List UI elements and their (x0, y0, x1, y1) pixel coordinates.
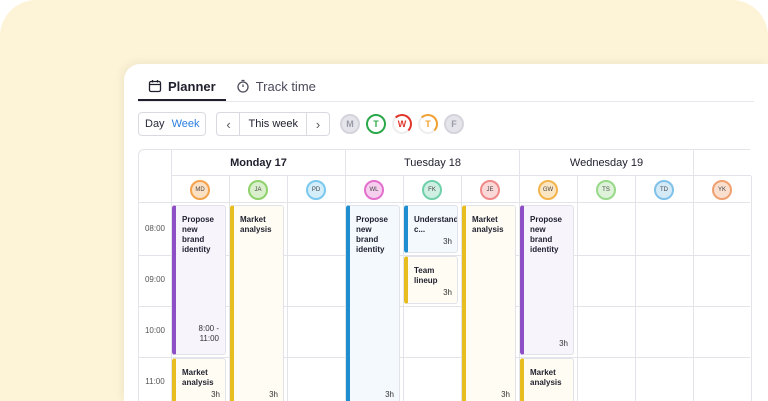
event-card[interactable]: Market analysis (520, 358, 574, 401)
event-title: Market analysis (182, 368, 214, 387)
chevron-left-icon[interactable]: ‹ (217, 117, 239, 132)
person-avatar[interactable]: WL (364, 180, 384, 200)
person-avatar[interactable]: PD (306, 180, 326, 200)
person-column (287, 176, 345, 401)
person-column (635, 176, 693, 401)
event-card[interactable]: Market analysis 3h (230, 205, 284, 401)
calendar-grid: Monday 17 Tuesday 18 Wednesday 19 MD JA PD WL F… (138, 149, 752, 401)
event-duration: 3h (269, 390, 278, 399)
person-avatar[interactable]: YK (712, 180, 732, 200)
person-avatar[interactable]: TD (654, 180, 674, 200)
day-header: Monday 17 (171, 150, 345, 176)
event-card[interactable]: Market analysis 3h (462, 205, 516, 401)
time-label: 09:00 (144, 275, 166, 284)
event-duration: 3h (559, 339, 568, 348)
tab-track-time-label: Track time (255, 79, 316, 94)
day-view-button[interactable]: Day (145, 118, 165, 130)
person-column (693, 176, 751, 401)
tab-track-time[interactable]: Track time (226, 76, 326, 101)
time-label: 11:00 (145, 377, 165, 386)
weekday-filter-1[interactable]: T (366, 114, 387, 134)
person-column (577, 176, 635, 401)
chevron-right-icon[interactable]: › (307, 117, 329, 132)
event-title: Understanding c... (414, 215, 458, 234)
person-avatar[interactable]: JE (480, 180, 500, 200)
day-header: Wednesday 19 (519, 150, 693, 176)
event-title: Market analysis (472, 215, 504, 234)
stopwatch-icon (237, 79, 249, 93)
weekday-filters: MTWTF (340, 114, 465, 134)
event-card[interactable]: Market analysis 3h (172, 358, 226, 401)
avatar-row-divider (139, 202, 750, 203)
person-column (751, 176, 768, 401)
person-avatar[interactable]: JA (248, 180, 268, 200)
event-duration: 3h (501, 390, 510, 399)
event-duration: 3h (443, 288, 452, 297)
period-navigator: ‹ This week › (216, 112, 331, 136)
week-view-button[interactable]: Week (172, 118, 200, 130)
planner-window: Planner Track time Day Week ‹ This week … (124, 64, 768, 401)
event-time-range: 8:00 -11:00 (198, 324, 219, 343)
tab-bar: Planner Track time (138, 76, 754, 102)
period-label: This week (239, 113, 308, 135)
weekday-filter-2[interactable]: W (392, 114, 413, 134)
event-duration: 3h (211, 390, 220, 399)
event-card[interactable]: Team lineup 3h (404, 256, 458, 304)
event-title: Propose new brand identity (182, 215, 215, 254)
event-title: Market analysis (530, 368, 562, 387)
day-header: Tuesday 18 (345, 150, 519, 176)
time-label: 08:00 (144, 224, 166, 233)
person-avatar[interactable]: FK (422, 180, 442, 200)
person-avatar[interactable]: TS (596, 180, 616, 200)
event-title: Propose new brand identity (356, 215, 389, 254)
event-title: Team lineup (414, 266, 438, 285)
tab-planner[interactable]: Planner (138, 76, 226, 101)
toolbar: Day Week ‹ This week › MTWTF (138, 112, 465, 136)
event-card[interactable]: Propose new brand identity 3h (520, 205, 574, 355)
event-title: Propose new brand identity (530, 215, 563, 254)
event-card[interactable]: Understanding c... 3h (404, 205, 458, 253)
day-header-stub (693, 150, 751, 176)
weekday-filter-0[interactable]: M (340, 114, 361, 134)
event-card[interactable]: Propose new brand identity 3h (346, 205, 400, 401)
person-avatar[interactable]: GW (538, 180, 558, 200)
event-duration: 3h (385, 390, 394, 399)
weekday-filter-4[interactable]: F (444, 114, 465, 134)
calendar-icon (148, 80, 162, 93)
tab-planner-label: Planner (168, 79, 216, 94)
event-title: Market analysis (240, 215, 272, 234)
event-duration: 3h (443, 237, 452, 246)
person-avatar[interactable]: MD (190, 180, 210, 200)
view-toggle: Day Week (138, 112, 207, 136)
event-card[interactable]: Propose new brand identity 8:00 -11:00 (172, 205, 226, 355)
weekday-filter-3[interactable]: T (418, 114, 439, 134)
time-label: 10:00 (144, 326, 166, 335)
